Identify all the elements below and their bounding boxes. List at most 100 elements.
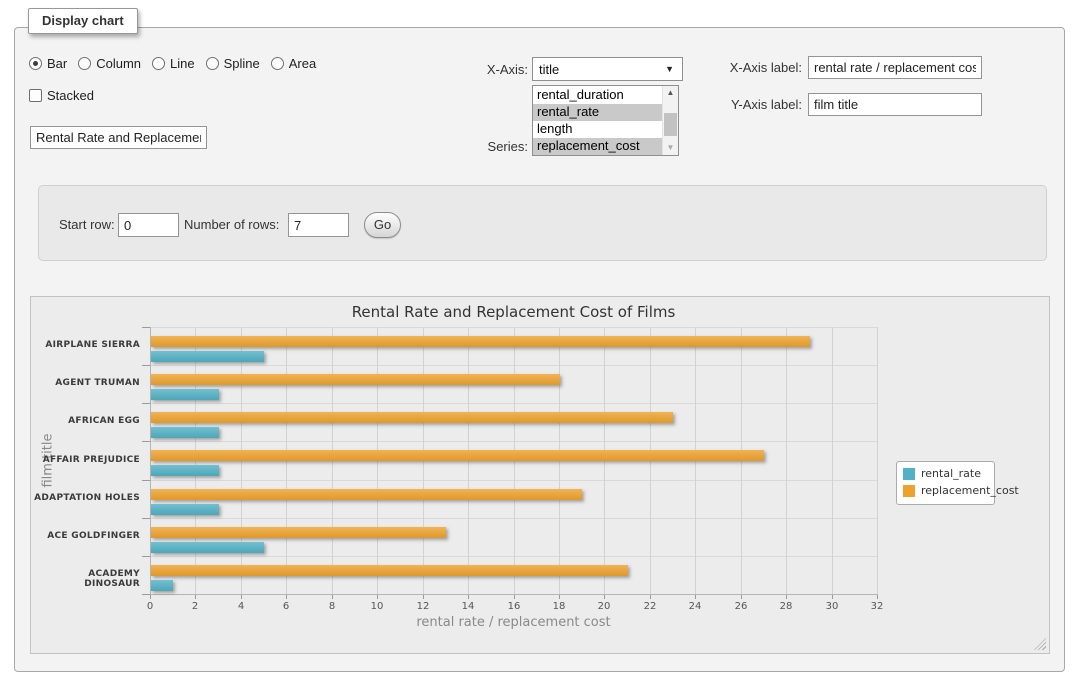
rental-rate-swatch-icon: [903, 468, 915, 480]
category-label: ACE GOLDFINGER: [31, 531, 140, 541]
x-tick-label: 26: [721, 601, 761, 612]
x-axis-select[interactable]: title ▼: [532, 57, 683, 81]
radio-line-label[interactable]: Line: [170, 56, 195, 71]
series-option-rental-duration[interactable]: rental_duration: [533, 87, 662, 104]
x-tick-label: 20: [584, 601, 624, 612]
stacked-label[interactable]: Stacked: [47, 88, 94, 103]
x-gridline: [877, 327, 878, 594]
radio-option-line[interactable]: Line: [152, 56, 195, 71]
resize-handle-icon[interactable]: [1034, 638, 1046, 650]
series-options: rental_duration rental_rate length repla…: [533, 86, 662, 155]
bar-replacement_cost: [151, 374, 560, 385]
bar-replacement_cost: [151, 527, 446, 538]
x-tick-label: 30: [812, 601, 852, 612]
radio-option-spline[interactable]: Spline: [206, 56, 260, 71]
row-range-panel: Start row: Number of rows: Go: [38, 185, 1047, 261]
radio-option-area[interactable]: Area: [271, 56, 316, 71]
stacked-option[interactable]: Stacked: [29, 88, 94, 103]
scroll-up-icon[interactable]: ▲: [663, 86, 678, 100]
series-scrollbar[interactable]: ▲ ▼: [662, 86, 678, 155]
y-tick: [142, 518, 150, 519]
x-axis-select-value: title: [533, 62, 665, 77]
bar-rental_rate: [151, 351, 264, 362]
x-axis-label-label: X-Axis label:: [722, 60, 802, 75]
category-label: AGENT TRUMAN: [31, 378, 140, 388]
bar-rental_rate: [151, 580, 173, 591]
radio-spline-label[interactable]: Spline: [224, 56, 260, 71]
category-label: AIRPLANE SIERRA: [31, 340, 140, 350]
category-label: AFFAIR PREJUDICE: [31, 455, 140, 465]
bar-rental_rate: [151, 389, 219, 400]
radio-column-label[interactable]: Column: [96, 56, 141, 71]
chevron-down-icon: ▼: [665, 64, 674, 74]
bar-replacement_cost: [151, 412, 673, 423]
bar-rental_rate: [151, 427, 219, 438]
start-row-label: Start row:: [59, 217, 115, 232]
series-listbox[interactable]: rental_duration rental_rate length repla…: [532, 85, 679, 156]
x-gridline: [786, 327, 787, 594]
number-of-rows-input[interactable]: [288, 213, 349, 237]
x-tick-label: 18: [539, 601, 579, 612]
y-tick: [142, 403, 150, 404]
x-tick-label: 28: [766, 601, 806, 612]
x-axis-title: rental rate / replacement cost: [150, 615, 877, 630]
x-tick-label: 24: [675, 601, 715, 612]
stacked-checkbox[interactable]: [29, 89, 42, 102]
chart-title: Rental Rate and Replacement Cost of Film…: [150, 303, 877, 321]
bar-rental_rate: [151, 465, 219, 476]
x-tick-label: 4: [221, 601, 261, 612]
chart-canvas: Rental Rate and Replacement Cost of Film…: [30, 296, 1050, 654]
bar-replacement_cost: [151, 450, 764, 461]
start-row-input[interactable]: [118, 213, 179, 237]
radio-spline[interactable]: [206, 57, 219, 70]
series-option-rental-rate[interactable]: rental_rate: [533, 104, 662, 121]
chart-title-input[interactable]: [30, 126, 207, 149]
legend-label-rental-rate: rental_rate: [921, 467, 981, 480]
bar-rental_rate: [151, 542, 264, 553]
radio-bar-label[interactable]: Bar: [47, 56, 67, 71]
radio-area[interactable]: [271, 57, 284, 70]
x-tick-label: 32: [857, 601, 897, 612]
bar-replacement_cost: [151, 489, 582, 500]
radio-line[interactable]: [152, 57, 165, 70]
series-option-replacement-cost[interactable]: replacement_cost: [533, 138, 662, 155]
y-tick: [142, 480, 150, 481]
bar-replacement_cost: [151, 565, 628, 576]
radio-area-label[interactable]: Area: [289, 56, 316, 71]
x-tick-label: 14: [448, 601, 488, 612]
y-tick: [142, 365, 150, 366]
legend-item-replacement-cost[interactable]: replacement_cost: [903, 484, 988, 497]
radio-option-column[interactable]: Column: [78, 56, 141, 71]
category-label: ACADEMY DINOSAUR: [31, 569, 140, 589]
go-button[interactable]: Go: [364, 212, 401, 238]
x-axis-label-input[interactable]: [808, 56, 982, 79]
y-tick: [142, 441, 150, 442]
replacement-cost-swatch-icon: [903, 485, 915, 497]
chart-legend: rental_rate replacement_cost: [896, 461, 995, 505]
series-option-length[interactable]: length: [533, 121, 662, 138]
x-gridline: [832, 327, 833, 594]
x-tick-label: 22: [630, 601, 670, 612]
y-tick: [142, 556, 150, 557]
x-axis-select-label: X-Axis:: [460, 62, 528, 77]
scroll-down-icon[interactable]: ▼: [663, 141, 678, 155]
y-axis-label-input[interactable]: [808, 93, 982, 116]
x-tick-label: 12: [403, 601, 443, 612]
y-tick: [142, 594, 150, 595]
radio-bar[interactable]: [29, 57, 42, 70]
radio-option-bar[interactable]: Bar: [29, 56, 67, 71]
chart-type-radio-group: Bar Column Line Spline Area: [29, 56, 316, 71]
bar-rental_rate: [151, 504, 219, 515]
category-label: AFRICAN EGG: [31, 416, 140, 426]
scrollbar-thumb[interactable]: [664, 113, 677, 136]
radio-column[interactable]: [78, 57, 91, 70]
page: Display chart Bar Column Line Spline Are…: [0, 0, 1081, 681]
category-label: ADAPTATION HOLES: [31, 493, 140, 503]
x-tick-label: 16: [494, 601, 534, 612]
series-list-label: Series:: [460, 139, 528, 154]
x-tick-label: 8: [312, 601, 352, 612]
y-tick: [142, 327, 150, 328]
y-axis-label-label: Y-Axis label:: [722, 97, 802, 112]
legend-item-rental-rate[interactable]: rental_rate: [903, 467, 988, 480]
x-tick-label: 6: [266, 601, 306, 612]
